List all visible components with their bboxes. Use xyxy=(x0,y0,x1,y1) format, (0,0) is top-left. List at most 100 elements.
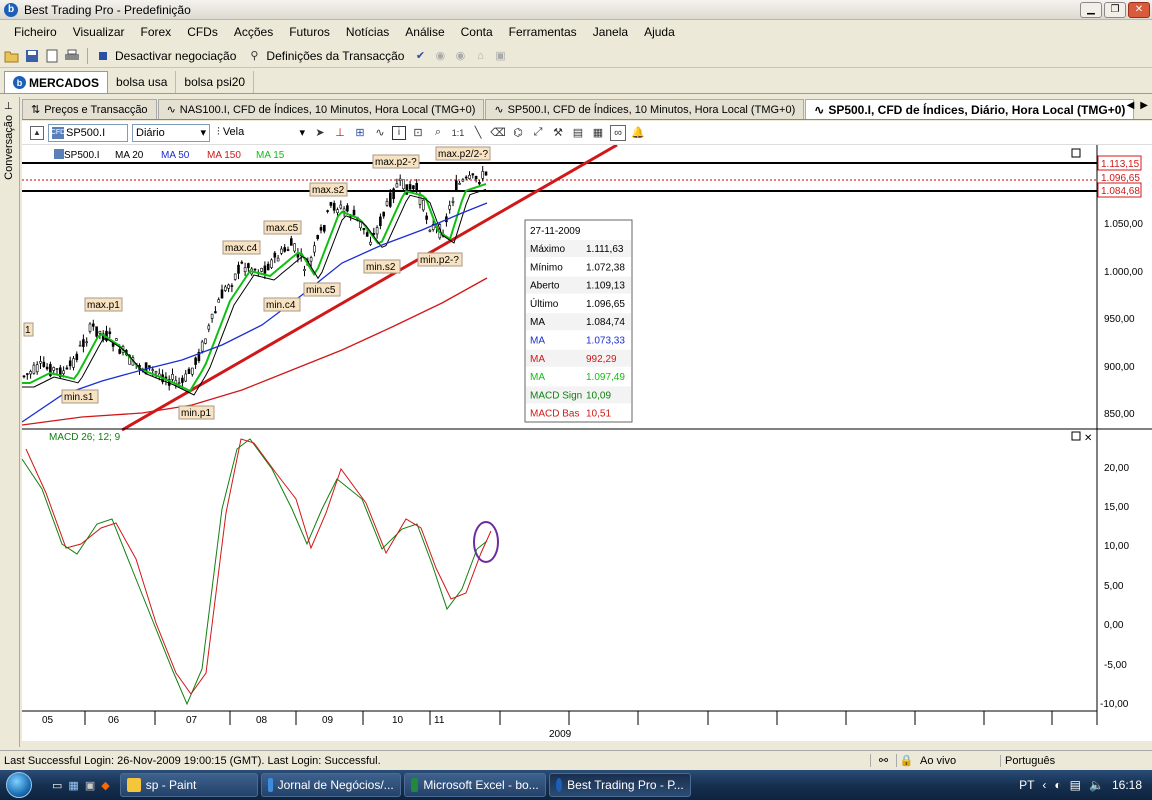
show-desktop-icon[interactable]: ▭ xyxy=(52,779,62,792)
annotation-label[interactable]: max.c5 xyxy=(263,220,302,235)
annotation-label[interactable]: min.c5 xyxy=(303,282,341,297)
language-indicator[interactable]: PT xyxy=(1019,778,1034,792)
annotation-label[interactable]: 1 xyxy=(23,322,34,337)
candle-body xyxy=(352,209,356,216)
grid-icon[interactable]: ⊞ xyxy=(352,125,368,141)
menu-janela[interactable]: Janela xyxy=(585,25,636,39)
zoom-area-icon[interactable]: ⊡ xyxy=(410,125,426,141)
resize-icon[interactable]: ⤢ xyxy=(530,125,546,141)
indicator-icon[interactable]: ∿ xyxy=(372,125,388,141)
volume-icon[interactable]: 🔈 xyxy=(1089,778,1104,792)
deactivate-trading-button[interactable]: Desactivar negociação xyxy=(115,49,236,63)
annotation-label[interactable]: max.c4 xyxy=(222,240,261,255)
annotation-label[interactable]: max.p1 xyxy=(84,297,123,312)
tools-icon[interactable]: ⚒ xyxy=(550,125,566,141)
menu-conta[interactable]: Conta xyxy=(453,25,501,39)
tab-prev-icon[interactable]: ◀ xyxy=(1127,100,1135,111)
language-status[interactable]: Português xyxy=(1000,754,1055,767)
tab-next-icon[interactable]: ▶ xyxy=(1140,100,1148,111)
collapse-toolbar-icon[interactable]: ▲ xyxy=(30,125,44,140)
symbol-input[interactable]: CFD SP500.I xyxy=(48,123,128,142)
task-browser[interactable]: Jornal de Negócios/... xyxy=(260,773,401,797)
start-button[interactable] xyxy=(0,770,38,800)
menu-ajuda[interactable]: Ajuda xyxy=(636,25,683,39)
menu-visualizar[interactable]: Visualizar xyxy=(65,25,133,39)
template-icon[interactable]: ▤ xyxy=(570,125,586,141)
close-button[interactable]: ✕ xyxy=(1128,2,1150,18)
quicklaunch-icon[interactable]: ▦ xyxy=(68,779,78,792)
link-icon[interactable]: ∞ xyxy=(610,124,626,141)
annotation-label[interactable]: min.s2 xyxy=(363,259,401,274)
scale-icon[interactable]: 1:1 xyxy=(450,125,466,141)
alert-bell-icon[interactable]: 🔔 xyxy=(630,125,646,141)
print-icon[interactable] xyxy=(64,48,80,64)
annotation-label[interactable]: min.p1 xyxy=(178,405,215,420)
menu-futuros[interactable]: Futuros xyxy=(281,25,338,39)
save-icon[interactable] xyxy=(24,48,40,64)
home-icon[interactable]: ⌂ xyxy=(472,48,488,64)
eraser-icon[interactable]: ⌫ xyxy=(490,125,506,141)
check-icon[interactable]: ✔ xyxy=(412,48,428,64)
open-folder-icon[interactable] xyxy=(4,48,20,64)
chevron-left-icon[interactable]: ‹ xyxy=(1042,778,1046,792)
legend-ma15[interactable]: MA 15 xyxy=(256,150,285,161)
annotation-label[interactable]: min.p2-? xyxy=(417,252,463,267)
close-pane-icon[interactable]: ✕ xyxy=(1084,433,1092,444)
line-tool-icon[interactable]: ⊥ xyxy=(332,125,348,141)
period-select[interactable]: Diário ▾ xyxy=(132,123,210,142)
tray-icon[interactable]: ▤ xyxy=(1070,778,1081,792)
minimize-button[interactable]: ▁ xyxy=(1080,2,1102,18)
restore-button[interactable]: ❐ xyxy=(1104,2,1126,18)
task-paint[interactable]: sp - Paint xyxy=(119,773,258,797)
print-preview-icon[interactable] xyxy=(44,48,60,64)
menu-accoes[interactable]: Acções xyxy=(226,25,281,39)
transaction-settings-button[interactable]: Definições da Transacção xyxy=(266,49,404,63)
menu-noticias[interactable]: Notícias xyxy=(338,25,397,39)
pin-icon[interactable]: ⊥ xyxy=(4,101,13,112)
menu-analise[interactable]: Análise xyxy=(397,25,452,39)
quicklaunch-icon[interactable]: ▣ xyxy=(85,779,95,792)
legend-symbol[interactable]: SP500.I xyxy=(64,150,100,161)
annotation-label[interactable]: max.s2 xyxy=(309,182,348,197)
tab-bolsa-usa[interactable]: bolsa usa xyxy=(108,71,177,93)
cursor-icon[interactable]: ➤ xyxy=(312,125,328,141)
info-icon[interactable]: i xyxy=(392,125,406,140)
macd-title[interactable]: MACD 26; 12; 9 xyxy=(49,432,121,443)
doc-tab-nas100[interactable]: ∿ NAS100.I, CFD de Índices, 10 Minutos, H… xyxy=(157,99,485,119)
image-icon[interactable]: ▦ xyxy=(590,125,606,141)
menu-forex[interactable]: Forex xyxy=(133,25,180,39)
clock[interactable]: 16:18 xyxy=(1112,778,1142,792)
doc-tab-prices[interactable]: ⇅ Preços e Transacção xyxy=(22,99,157,119)
annotation-label[interactable]: min.s1 xyxy=(61,389,99,404)
forward-icon[interactable]: ◉ xyxy=(452,48,468,64)
annotation-label[interactable]: max.p2/2-? xyxy=(435,146,491,161)
task-best-trading[interactable]: Best Trading Pro - P... xyxy=(548,773,691,797)
tab-bolsa-psi20[interactable]: bolsa psi20 xyxy=(176,71,255,93)
tab-mercados[interactable]: b MERCADOS xyxy=(4,71,109,93)
task-excel[interactable]: Microsoft Excel - bo... xyxy=(403,773,546,797)
doc-tab-sp500-daily[interactable]: ∿ SP500.I, CFD de Índices, Diário, Hora L… xyxy=(805,99,1135,119)
conversation-sidebar[interactable]: ⊥ Conversação xyxy=(0,97,20,747)
chart-area[interactable]: SP500.I MA 20 MA 50 MA 150 MA 15 max.p1 … xyxy=(22,145,1152,741)
connection-icon[interactable]: ⚯ xyxy=(870,754,896,767)
maximize-pane-icon[interactable] xyxy=(1071,148,1081,158)
annotation-label[interactable]: min.c4 xyxy=(263,297,301,312)
trendline-icon[interactable]: ╲ xyxy=(470,125,486,141)
doc-tab-sp500-10min[interactable]: ∿ SP500.I, CFD de Índices, 10 Minutos, Ho… xyxy=(485,99,805,119)
legend-ma150[interactable]: MA 150 xyxy=(207,150,241,161)
legend-ma50[interactable]: MA 50 xyxy=(161,150,190,161)
maximize-pane-icon[interactable] xyxy=(1071,431,1081,441)
legend-ma20[interactable]: MA 20 xyxy=(115,150,144,161)
refresh-icon[interactable]: ▣ xyxy=(492,48,508,64)
chart-canvas[interactable]: SP500.I MA 20 MA 50 MA 150 MA 15 max.p1 … xyxy=(22,145,1152,741)
quicklaunch-icon[interactable]: ◆ xyxy=(101,779,109,792)
menu-ficheiro[interactable]: Ficheiro xyxy=(6,25,65,39)
chart-style-select[interactable]: ⫶ Vela ▾ xyxy=(214,123,308,142)
network-icon[interactable]: ◐ xyxy=(1054,778,1061,792)
back-icon[interactable]: ◉ xyxy=(432,48,448,64)
annotation-label[interactable]: max.p2-? xyxy=(372,154,420,169)
menu-ferramentas[interactable]: Ferramentas xyxy=(501,25,585,39)
zoom-icon[interactable]: ⌕ xyxy=(430,125,446,141)
fib-icon[interactable]: ⌬ xyxy=(510,125,526,141)
menu-cfds[interactable]: CFDs xyxy=(179,25,226,39)
